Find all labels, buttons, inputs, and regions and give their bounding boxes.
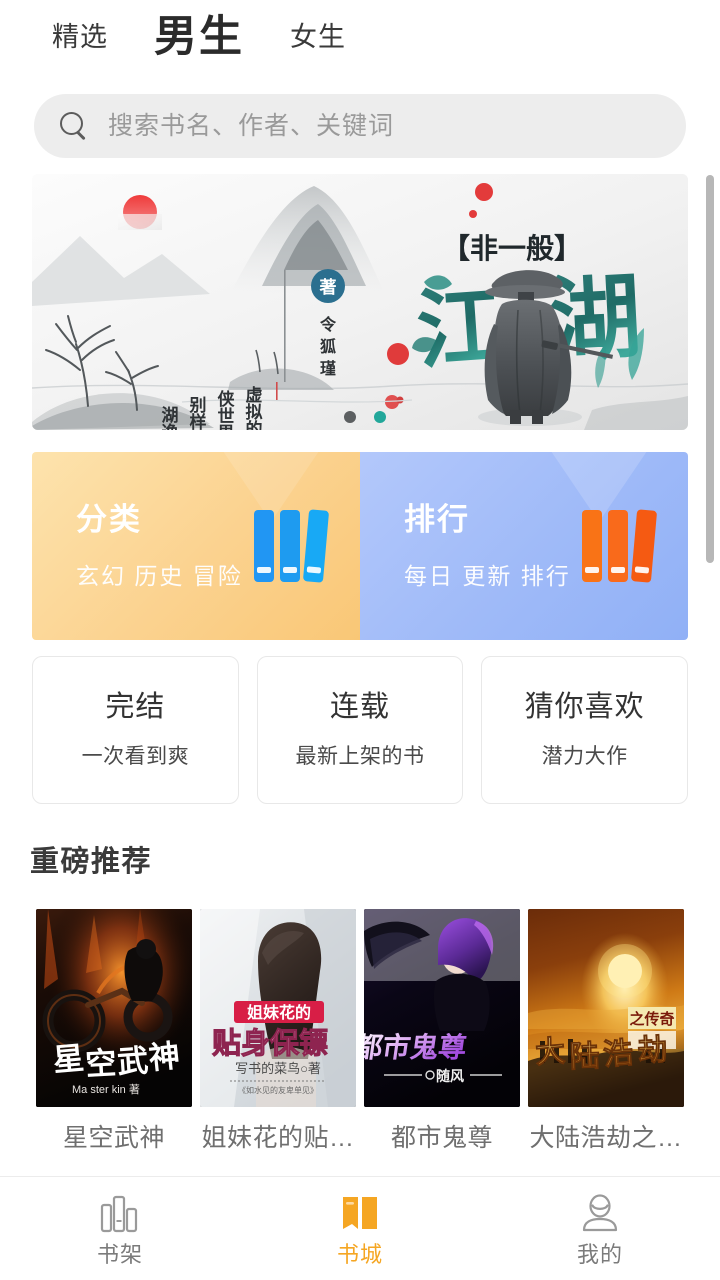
svg-text:瑾: 瑾 — [320, 359, 336, 378]
svg-text:空: 空 — [85, 1045, 118, 1082]
nav-label: 书城 — [336, 1242, 383, 1267]
books-icon — [582, 509, 658, 583]
shortcut-subtitle: 潜力大作 — [541, 745, 628, 768]
section-heading-recommend: 重磅推荐 — [30, 846, 153, 878]
svg-text:劫: 劫 — [637, 1033, 669, 1068]
bookshelf-icon — [99, 1191, 141, 1233]
shortcut-title: 猜你喜欢 — [524, 691, 645, 723]
svg-text:都市鬼尊: 都市鬼尊 — [364, 1031, 469, 1064]
ranking-card[interactable]: 排行 每日 更新 排行 — [360, 452, 688, 640]
svg-text:神: 神 — [147, 1038, 181, 1076]
book-cover: 之传奇 大 陆 浩 劫 — [528, 909, 684, 1107]
svg-text:【非一般】: 【非一般】 — [442, 232, 582, 265]
svg-text:令: 令 — [319, 315, 337, 334]
tab-female[interactable]: 女生 — [290, 23, 346, 53]
svg-text:随风: 随风 — [436, 1068, 464, 1085]
search-input[interactable] — [108, 111, 660, 141]
search-icon — [60, 112, 88, 140]
svg-text:别样的江: 别样的江 — [187, 396, 208, 430]
book-card[interactable]: 姐妹花的 贴身保镖 写书的菜鸟○著 《如水见的友卑单见》 姐妹花的贴… — [200, 909, 356, 1153]
recommend-book-row: 星 空 武 神 Ma ster kin 著 星空武神 姐妹花的 贴身保镖 写书的… — [0, 909, 720, 1153]
bottom-navigation-bar: 书架 书城 我的 — [0, 1176, 720, 1280]
svg-text:大: 大 — [534, 1035, 566, 1070]
tab-male[interactable]: 男生 — [154, 15, 244, 61]
book-card[interactable]: 星 空 武 神 Ma ster kin 著 星空武神 — [36, 909, 192, 1153]
shortcut-subtitle: 一次看到爽 — [81, 745, 190, 768]
svg-text:星: 星 — [52, 1040, 86, 1078]
top-tab-bar: 精选 男生 女生 — [0, 0, 720, 76]
book-card[interactable]: 都市鬼尊 随风 都市鬼尊 — [364, 909, 520, 1153]
svg-text:之传奇: 之传奇 — [629, 1010, 674, 1028]
search-bar[interactable] — [34, 94, 686, 158]
nav-item-shelf[interactable]: 书架 — [0, 1177, 240, 1280]
svg-text:写书的菜鸟○著: 写书的菜鸟○著 — [235, 1061, 321, 1076]
book-title: 都市鬼尊 — [390, 1124, 493, 1152]
nav-item-mine[interactable]: 我的 — [480, 1177, 720, 1280]
banner-artwork: 湖逸事 别样的江 侠世界， 虚拟的武 著 令 狐 瑾 【非一般】 江 湖 — [32, 174, 688, 430]
shortcut-card-for-you[interactable]: 猜你喜欢 潜力大作 — [481, 656, 689, 804]
quick-entry-cards: 分类 玄幻 历史 冒险 排行 每日 更新 排行 — [32, 452, 688, 640]
shortcut-card-serialized[interactable]: 连载 最新上架的书 — [256, 656, 464, 804]
books-icon — [254, 509, 330, 583]
shortcut-title: 连载 — [330, 691, 391, 723]
open-book-icon — [339, 1191, 381, 1233]
svg-text:狐: 狐 — [320, 337, 336, 356]
svg-text:侠世界，: 侠世界， — [215, 389, 235, 430]
person-icon — [579, 1191, 621, 1233]
svg-text:贴身保镖: 贴身保镖 — [212, 1027, 328, 1060]
svg-text:武: 武 — [116, 1043, 149, 1080]
shortcut-card-finished[interactable]: 完结 一次看到爽 — [32, 656, 239, 804]
svg-text:湖逸事: 湖逸事 — [159, 406, 179, 430]
svg-text:浩: 浩 — [602, 1036, 635, 1071]
nav-label: 书架 — [96, 1242, 143, 1267]
book-title: 星空武神 — [62, 1124, 165, 1152]
book-cover: 都市鬼尊 随风 — [364, 909, 520, 1107]
svg-text:著: 著 — [320, 277, 337, 297]
svg-text:《如水见的友卑单见》: 《如水见的友卑单见》 — [238, 1085, 318, 1095]
book-title: 姐妹花的贴… — [201, 1124, 355, 1152]
promo-banner[interactable]: 湖逸事 别样的江 侠世界， 虚拟的武 著 令 狐 瑾 【非一般】 江 湖 — [32, 174, 688, 430]
vertical-scrollbar-thumb[interactable] — [706, 175, 714, 563]
book-cover: 姐妹花的 贴身保镖 写书的菜鸟○著 《如水见的友卑单见》 — [200, 909, 356, 1107]
tab-featured[interactable]: 精选 — [52, 23, 108, 53]
shortcut-title: 完结 — [105, 691, 166, 723]
book-card[interactable]: 之传奇 大 陆 浩 劫 大陆浩劫之… — [528, 909, 684, 1153]
svg-text:Ma ster kin 著: Ma ster kin 著 — [72, 1082, 140, 1096]
shortcut-subtitle: 最新上架的书 — [295, 745, 425, 768]
category-card[interactable]: 分类 玄幻 历史 冒险 — [32, 452, 360, 640]
svg-text:陆: 陆 — [569, 1040, 600, 1074]
svg-text:姐妹花的: 姐妹花的 — [247, 1003, 311, 1022]
book-title: 大陆浩劫之… — [529, 1124, 683, 1152]
shortcut-cards: 完结 一次看到爽 连载 最新上架的书 猜你喜欢 潜力大作 — [32, 656, 689, 804]
svg-text:虚拟的武: 虚拟的武 — [243, 386, 263, 430]
book-cover: 星 空 武 神 Ma ster kin 著 — [36, 909, 192, 1107]
nav-item-store[interactable]: 书城 — [240, 1177, 480, 1280]
search-section — [0, 76, 720, 158]
nav-label: 我的 — [576, 1242, 623, 1267]
